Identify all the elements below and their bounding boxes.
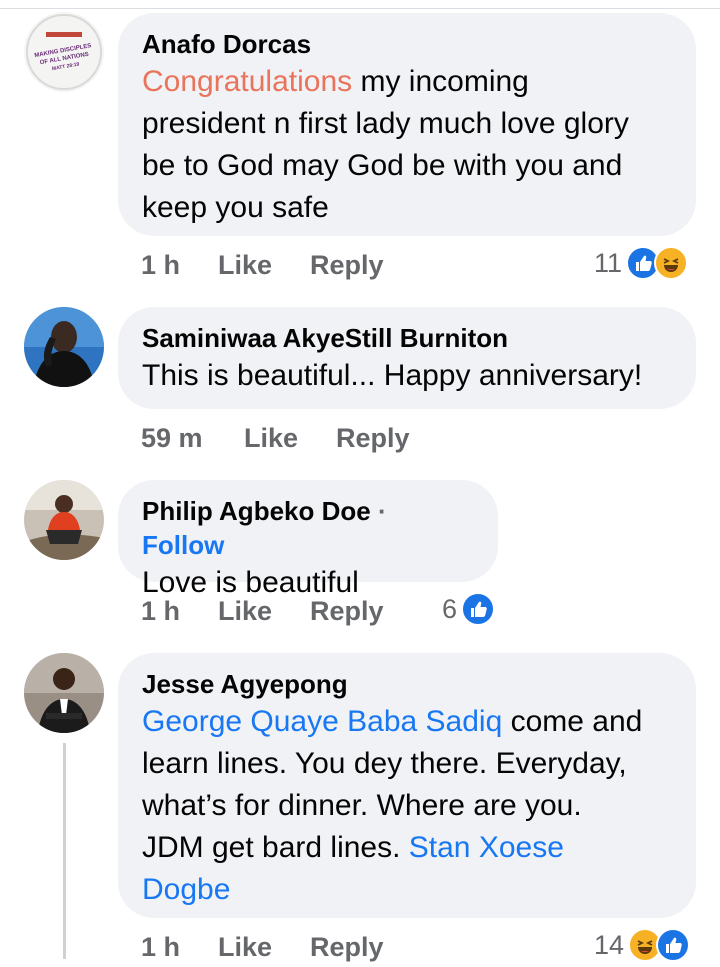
comment-author[interactable]: Philip Agbeko Doe <box>142 496 371 526</box>
separator-dot: · <box>377 496 387 526</box>
comment-author-line: Philip Agbeko Doe · Follow <box>142 494 474 562</box>
avatar[interactable] <box>24 307 104 387</box>
reaction-count: 6 <box>442 593 458 624</box>
reaction-count: 14 <box>594 929 625 960</box>
reply-button[interactable]: Reply <box>310 250 384 281</box>
like-button[interactable]: Like <box>218 250 272 281</box>
follow-button[interactable]: Follow <box>142 530 224 560</box>
avatar[interactable]: MAKING DISCIPLES OF ALL NATIONS MATT 28:… <box>24 12 104 92</box>
haha-reaction-icon <box>654 246 689 280</box>
top-divider <box>0 8 720 9</box>
mention-link[interactable]: Dogbe <box>142 873 230 906</box>
comment-text: George Quaye Baba Sadiq come and learn l… <box>142 705 643 906</box>
comment-author[interactable]: Saminiwaa AkyeStill Burniton <box>142 321 672 355</box>
comment-text: Love is beautiful <box>142 566 359 599</box>
like-button[interactable]: Like <box>218 596 272 627</box>
comment-time[interactable]: 1 h <box>141 596 180 627</box>
mention-link[interactable]: George Quaye Baba Sadiq <box>142 705 502 738</box>
reaction-summary[interactable]: 11 <box>594 246 689 280</box>
comment-author[interactable]: Anafo Dorcas <box>142 27 672 61</box>
comment-text: This is beautiful... Happy anniversary! <box>142 359 643 392</box>
reaction-count: 11 <box>594 247 623 278</box>
comment-bubble: Jesse Agyepong George Quaye Baba Sadiq c… <box>118 653 696 918</box>
comment-text: Congratulations my incoming president n … <box>142 65 629 224</box>
reply-button[interactable]: Reply <box>336 423 410 454</box>
avatar[interactable] <box>24 653 104 733</box>
reply-button[interactable]: Reply <box>310 596 384 627</box>
avatar[interactable] <box>24 480 104 560</box>
reply-thread-line <box>63 743 66 959</box>
reaction-summary[interactable]: 6 <box>442 592 496 626</box>
like-button[interactable]: Like <box>218 932 272 963</box>
comment-time[interactable]: 59 m <box>141 423 203 454</box>
comment-bubble: Saminiwaa AkyeStill Burniton This is bea… <box>118 307 696 409</box>
like-button[interactable]: Like <box>244 423 298 454</box>
comment-bubble: Philip Agbeko Doe · Follow Love is beaut… <box>118 480 498 599</box>
like-reaction-icon <box>656 928 691 962</box>
reaction-summary[interactable]: 14 <box>594 928 691 962</box>
comment-time[interactable]: 1 h <box>141 250 180 281</box>
comment-author[interactable]: Jesse Agyepong <box>142 667 672 701</box>
comment-time[interactable]: 1 h <box>141 932 180 963</box>
like-reaction-icon <box>461 592 496 626</box>
highlighted-word: Congratulations <box>142 65 353 98</box>
mention-link[interactable]: Stan Xoese <box>409 831 564 864</box>
reply-button[interactable]: Reply <box>310 932 384 963</box>
comment-bubble: Anafo Dorcas Congratulations my incoming… <box>118 13 696 236</box>
